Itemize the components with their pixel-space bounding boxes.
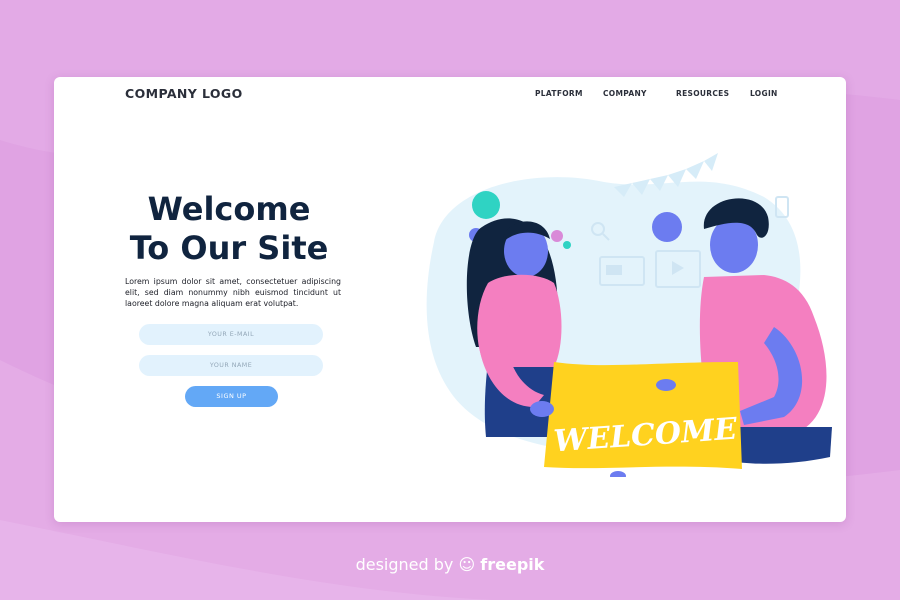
hero-title: Welcome To Our Site (114, 190, 344, 268)
teal-dot (472, 191, 500, 219)
nav-resources[interactable]: RESOURCES (676, 89, 729, 98)
violet-dot (652, 212, 682, 242)
hero-title-line2: To Our Site (129, 229, 329, 267)
hero-description: Lorem ipsum dolor sit amet, consectetuer… (125, 277, 341, 308)
freepik-logo-icon: ☺ (458, 555, 476, 574)
nav-login[interactable]: LOGIN (750, 89, 778, 98)
teal-small-dot (563, 241, 571, 249)
nav-company[interactable]: COMPANY (603, 89, 647, 98)
credit-line: designed by ☺ freepik (0, 555, 900, 574)
nav-platform[interactable]: PLATFORM (535, 89, 583, 98)
name-field[interactable] (139, 355, 323, 376)
welcome-illustration: WELCOME (426, 153, 832, 477)
credit-prefix: designed by (355, 555, 454, 574)
pink-dot (551, 230, 563, 242)
credit-brand[interactable]: freepik (480, 555, 544, 574)
email-field[interactable] (139, 324, 323, 345)
sign-up-button[interactable]: SIGN UP (185, 386, 278, 407)
hero-title-line1: Welcome (147, 190, 311, 228)
top-nav: PLATFORM COMPANY RESOURCES LOGIN (54, 89, 846, 103)
landing-card: COMPANY LOGO PLATFORM COMPANY RESOURCES … (54, 77, 846, 522)
